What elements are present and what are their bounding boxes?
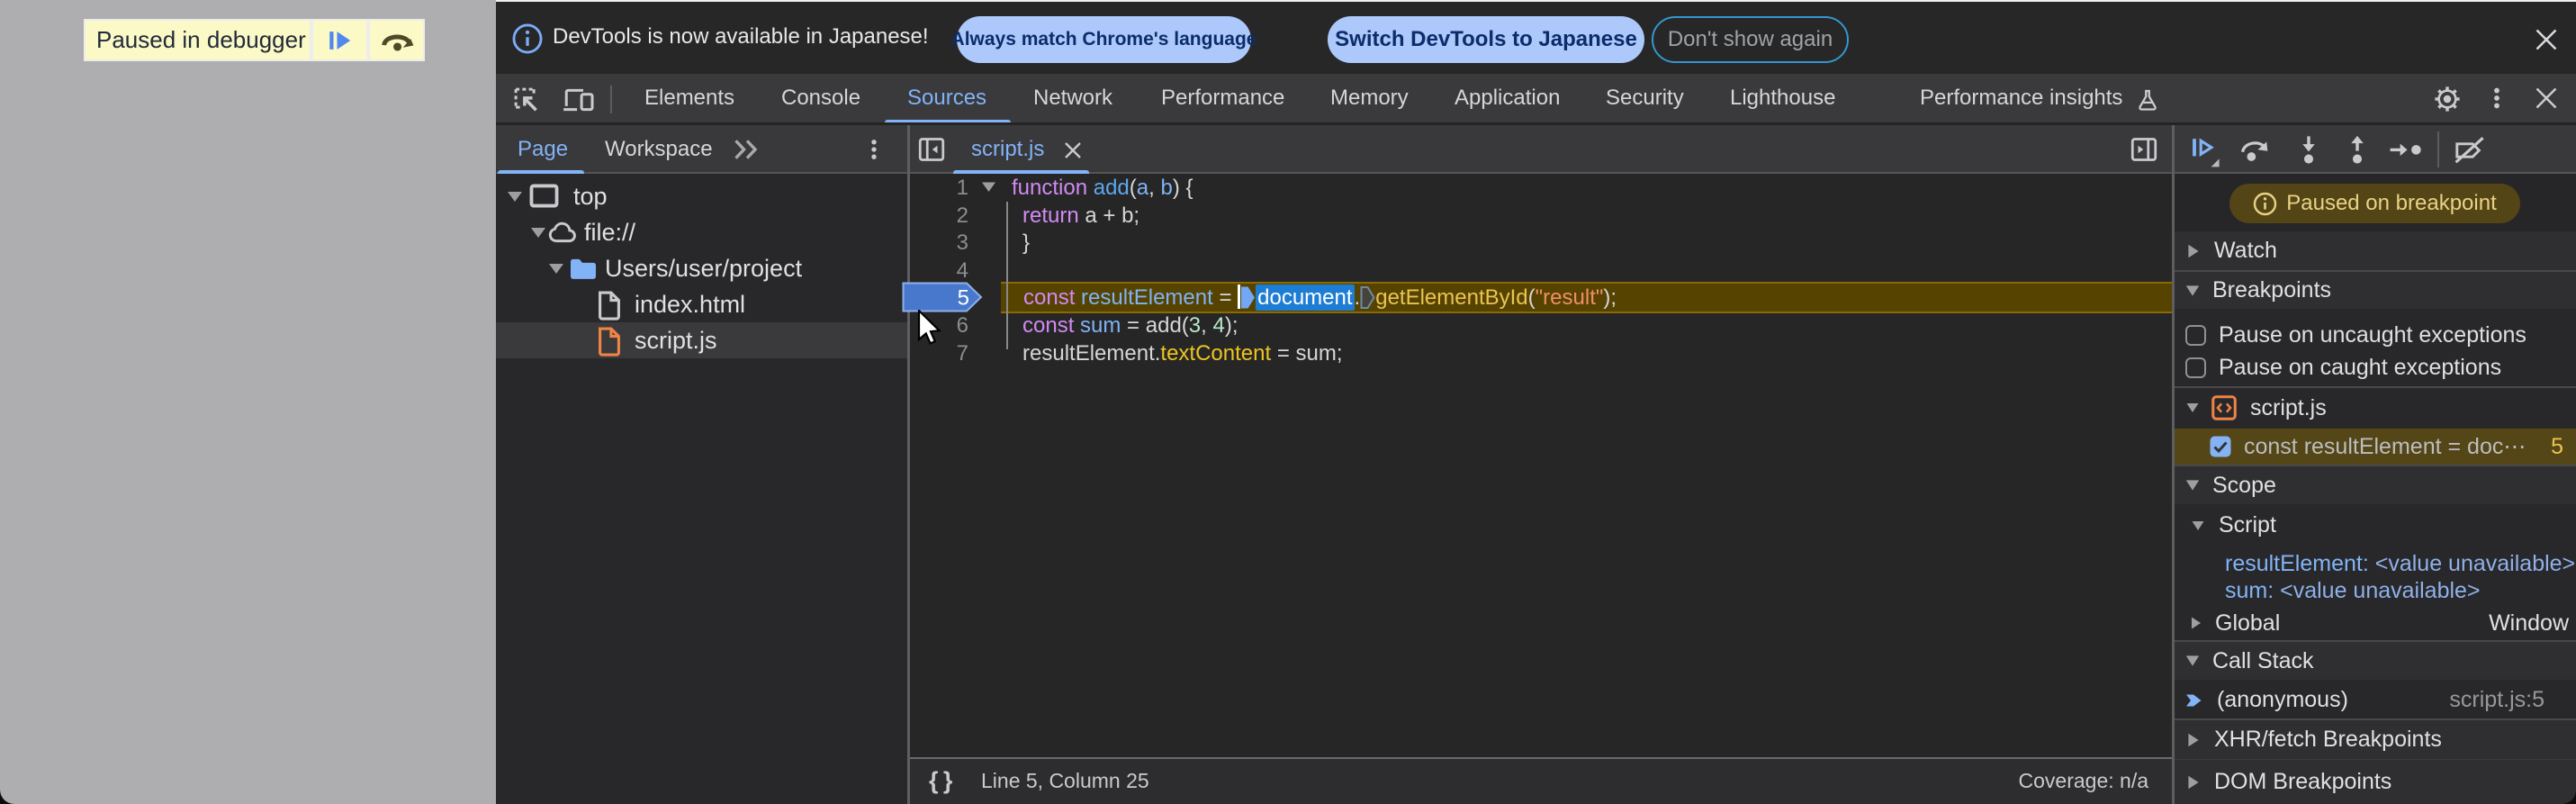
svg-text:5: 5: [958, 286, 969, 311]
